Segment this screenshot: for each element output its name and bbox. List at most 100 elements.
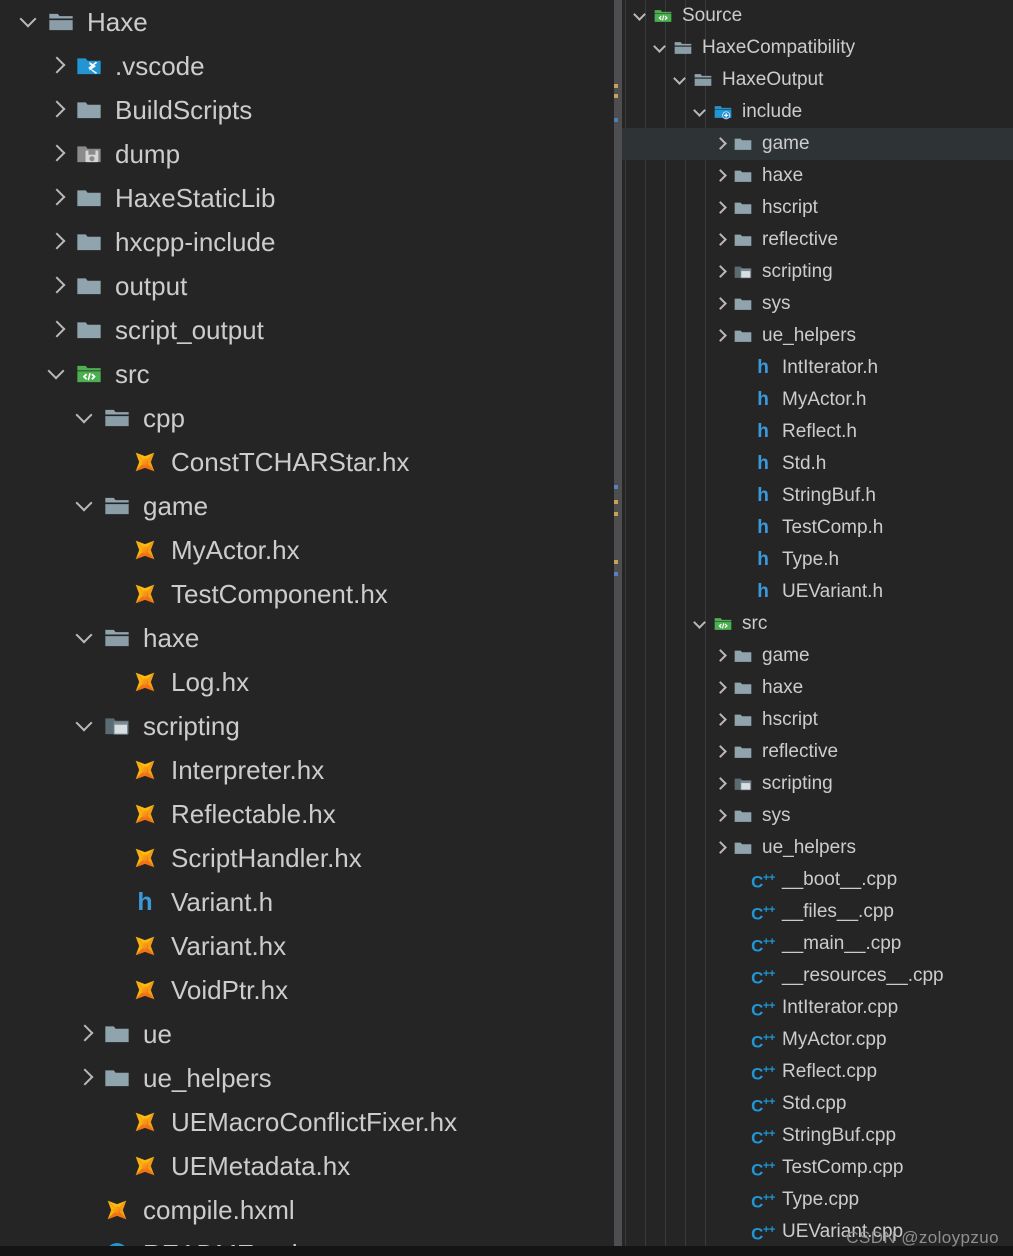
scrollbar-thumb[interactable] bbox=[614, 0, 622, 1256]
tree-item-scripthandler.hx[interactable]: ScriptHandler.hx bbox=[0, 836, 614, 880]
tree-item-voidptr.hx[interactable]: VoidPtr.hx bbox=[0, 968, 614, 1012]
chevron-right-icon[interactable] bbox=[46, 220, 72, 264]
tree-item-scripting[interactable]: scripting bbox=[0, 704, 614, 748]
tree-item-intiterator.h[interactable]: h IntIterator.h bbox=[622, 352, 1013, 384]
chevron-right-icon[interactable] bbox=[712, 640, 731, 672]
tree-item-haxe[interactable]: haxe bbox=[622, 672, 1013, 704]
tree-item-source[interactable]: Source bbox=[622, 0, 1013, 32]
chevron-right-icon[interactable] bbox=[712, 288, 731, 320]
tree-item-hxcpp-include[interactable]: hxcpp-include bbox=[0, 220, 614, 264]
source-explorer[interactable]: Source HaxeCompatibility HaxeOutput include… bbox=[622, 0, 1013, 1256]
tree-item-myactor.cpp[interactable]: C++ MyActor.cpp bbox=[622, 1024, 1013, 1056]
pane-splitter[interactable] bbox=[614, 0, 622, 1256]
tree-item-buildscripts[interactable]: BuildScripts bbox=[0, 88, 614, 132]
chevron-right-icon[interactable] bbox=[46, 44, 72, 88]
tree-item-testcomponent.hx[interactable]: TestComponent.hx bbox=[0, 572, 614, 616]
tree-item-src[interactable]: src bbox=[622, 608, 1013, 640]
tree-item-haxe[interactable]: Haxe bbox=[0, 0, 614, 44]
tree-item-myactor.hx[interactable]: MyActor.hx bbox=[0, 528, 614, 572]
tree-item-ue_helpers[interactable]: ue_helpers bbox=[622, 320, 1013, 352]
chevron-down-icon[interactable] bbox=[632, 0, 651, 32]
chevron-right-icon[interactable] bbox=[46, 132, 72, 176]
tree-item-__files__.cpp[interactable]: C++ __files__.cpp bbox=[622, 896, 1013, 928]
tree-item-intiterator.cpp[interactable]: C++ IntIterator.cpp bbox=[622, 992, 1013, 1024]
chevron-down-icon[interactable] bbox=[652, 32, 671, 64]
tree-item-include[interactable]: include bbox=[622, 96, 1013, 128]
chevron-down-icon[interactable] bbox=[18, 0, 44, 44]
tree-item-cpp[interactable]: cpp bbox=[0, 396, 614, 440]
chevron-right-icon[interactable] bbox=[712, 736, 731, 768]
tree-item-game[interactable]: game bbox=[622, 128, 1013, 160]
chevron-down-icon[interactable] bbox=[74, 484, 100, 528]
chevron-right-icon[interactable] bbox=[712, 320, 731, 352]
tree-item-variant.h[interactable]: h Variant.h bbox=[0, 880, 614, 924]
chevron-right-icon[interactable] bbox=[712, 704, 731, 736]
tree-item-reflect.h[interactable]: h Reflect.h bbox=[622, 416, 1013, 448]
tree-item-reflective[interactable]: reflective bbox=[622, 224, 1013, 256]
chevron-down-icon[interactable] bbox=[692, 96, 711, 128]
chevron-right-icon[interactable] bbox=[712, 192, 731, 224]
tree-item-.vscode[interactable]: .vscode bbox=[0, 44, 614, 88]
chevron-right-icon[interactable] bbox=[46, 176, 72, 220]
tree-item-src[interactable]: src bbox=[0, 352, 614, 396]
tree-item-variant.hx[interactable]: Variant.hx bbox=[0, 924, 614, 968]
chevron-right-icon[interactable] bbox=[712, 672, 731, 704]
chevron-down-icon[interactable] bbox=[74, 396, 100, 440]
tree-item-stringbuf.cpp[interactable]: C++ StringBuf.cpp bbox=[622, 1120, 1013, 1152]
tree-item-hscript[interactable]: hscript bbox=[622, 704, 1013, 736]
tree-item-output[interactable]: output bbox=[0, 264, 614, 308]
tree-item-consttcharstar.hx[interactable]: ConstTCHARStar.hx bbox=[0, 440, 614, 484]
tree-item-haxe[interactable]: haxe bbox=[0, 616, 614, 660]
tree-item-type.cpp[interactable]: C++ Type.cpp bbox=[622, 1184, 1013, 1216]
tree-item-compile.hxml[interactable]: compile.hxml bbox=[0, 1188, 614, 1232]
tree-item-script_output[interactable]: script_output bbox=[0, 308, 614, 352]
tree-item-std.h[interactable]: h Std.h bbox=[622, 448, 1013, 480]
tree-item-ue[interactable]: ue bbox=[0, 1012, 614, 1056]
chevron-down-icon[interactable] bbox=[46, 352, 72, 396]
chevron-right-icon[interactable] bbox=[712, 768, 731, 800]
tree-item-dump[interactable]: dump bbox=[0, 132, 614, 176]
haxe-project-explorer[interactable]: Haxe .vscode BuildScripts dump HaxeStaticLib… bbox=[0, 0, 614, 1256]
tree-item-ue_helpers[interactable]: ue_helpers bbox=[0, 1056, 614, 1100]
chevron-right-icon[interactable] bbox=[46, 264, 72, 308]
chevron-right-icon[interactable] bbox=[712, 160, 731, 192]
chevron-right-icon[interactable] bbox=[712, 128, 731, 160]
chevron-right-icon[interactable] bbox=[712, 800, 731, 832]
tree-item-stringbuf.h[interactable]: h StringBuf.h bbox=[622, 480, 1013, 512]
chevron-right-icon[interactable] bbox=[46, 308, 72, 352]
chevron-right-icon[interactable] bbox=[74, 1012, 100, 1056]
tree-item-testcomp.cpp[interactable]: C++ TestComp.cpp bbox=[622, 1152, 1013, 1184]
scrollbar-track[interactable] bbox=[614, 0, 622, 1256]
tree-item-__boot__.cpp[interactable]: C++ __boot__.cpp bbox=[622, 864, 1013, 896]
tree-item-haxeoutput[interactable]: HaxeOutput bbox=[622, 64, 1013, 96]
tree-item-haxestaticlib[interactable]: HaxeStaticLib bbox=[0, 176, 614, 220]
tree-item-__resources__.cpp[interactable]: C++ __resources__.cpp bbox=[622, 960, 1013, 992]
chevron-right-icon[interactable] bbox=[74, 1056, 100, 1100]
tree-item-ue_helpers[interactable]: ue_helpers bbox=[622, 832, 1013, 864]
tree-item-uemacroconflictfixer.hx[interactable]: UEMacroConflictFixer.hx bbox=[0, 1100, 614, 1144]
tree-item-reflect.cpp[interactable]: C++ Reflect.cpp bbox=[622, 1056, 1013, 1088]
tree-item-std.cpp[interactable]: C++ Std.cpp bbox=[622, 1088, 1013, 1120]
tree-item-myactor.h[interactable]: h MyActor.h bbox=[622, 384, 1013, 416]
chevron-right-icon[interactable] bbox=[712, 256, 731, 288]
chevron-down-icon[interactable] bbox=[692, 608, 711, 640]
chevron-down-icon[interactable] bbox=[672, 64, 691, 96]
tree-item-type.h[interactable]: h Type.h bbox=[622, 544, 1013, 576]
tree-item-interpreter.hx[interactable]: Interpreter.hx bbox=[0, 748, 614, 792]
tree-item-uemetadata.hx[interactable]: UEMetadata.hx bbox=[0, 1144, 614, 1188]
tree-item-reflectable.hx[interactable]: Reflectable.hx bbox=[0, 792, 614, 836]
tree-item-sys[interactable]: sys bbox=[622, 800, 1013, 832]
tree-item-scripting[interactable]: scripting bbox=[622, 256, 1013, 288]
tree-item-uevariant.h[interactable]: h UEVariant.h bbox=[622, 576, 1013, 608]
tree-item-game[interactable]: game bbox=[0, 484, 614, 528]
tree-item-log.hx[interactable]: Log.hx bbox=[0, 660, 614, 704]
tree-item-reflective[interactable]: reflective bbox=[622, 736, 1013, 768]
tree-item-game[interactable]: game bbox=[622, 640, 1013, 672]
chevron-right-icon[interactable] bbox=[46, 88, 72, 132]
tree-item-__main__.cpp[interactable]: C++ __main__.cpp bbox=[622, 928, 1013, 960]
tree-item-testcomp.h[interactable]: h TestComp.h bbox=[622, 512, 1013, 544]
chevron-down-icon[interactable] bbox=[74, 704, 100, 748]
tree-item-haxe[interactable]: haxe bbox=[622, 160, 1013, 192]
tree-item-hscript[interactable]: hscript bbox=[622, 192, 1013, 224]
chevron-right-icon[interactable] bbox=[712, 832, 731, 864]
